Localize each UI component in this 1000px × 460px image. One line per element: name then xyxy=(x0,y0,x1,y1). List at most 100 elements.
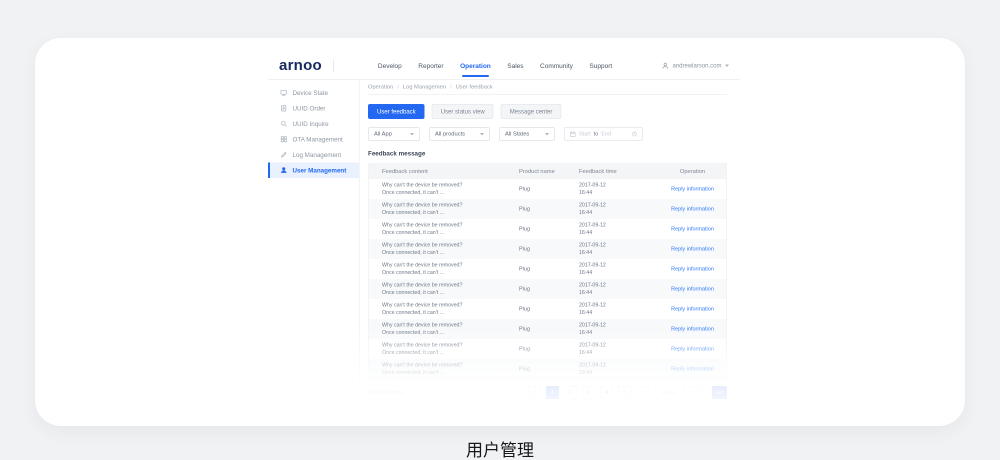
chevron-down-icon xyxy=(725,64,729,67)
reply-information-link[interactable]: Reply information xyxy=(671,206,714,212)
calendar-icon xyxy=(570,131,577,138)
sidebar-item-label: OTA Management xyxy=(293,136,343,143)
sidebar-item-label: Device State xyxy=(293,89,328,96)
all-states-select[interactable]: All States xyxy=(499,127,555,141)
feedback-content-cell: Why can't the device be removed? Once co… xyxy=(369,221,519,236)
column-header-feedback-time: Feedback time xyxy=(579,169,659,175)
feedback-time-cell: 2017-09-12 16:44 xyxy=(579,261,659,276)
table-row: Why can't the device be removed? Once co… xyxy=(369,259,726,279)
nav-item[interactable]: Sales xyxy=(507,59,523,73)
reply-information-link[interactable]: Reply information xyxy=(671,266,714,272)
order-icon xyxy=(280,105,288,113)
sidebar-item-label: User Management xyxy=(293,167,347,174)
prev-page-button[interactable]: ‹ xyxy=(528,386,541,399)
feedback-time-cell: 2017-09-12 16:44 xyxy=(579,181,659,196)
feedback-content-cell: Why can't the device be removed? Once co… xyxy=(369,361,519,376)
feedback-time-cell: 2017-09-12 16:44 xyxy=(579,221,659,236)
app-window: arnoo Develop Reporter Operation Sales C… xyxy=(268,52,740,418)
breadcrumb-item[interactable]: Operation xyxy=(368,84,393,90)
sidebar-item-ota-management[interactable]: OTA Management xyxy=(268,132,359,148)
goto-page-label: Go to xyxy=(661,390,675,396)
page-number-button[interactable]: 3 xyxy=(582,386,595,399)
table-row: Why can't the device be removed? Once co… xyxy=(369,359,726,379)
product-name-cell: Plug xyxy=(519,226,579,232)
feedback-time-cell: 2017-09-12 16:44 xyxy=(579,201,659,216)
app-header: arnoo Develop Reporter Operation Sales C… xyxy=(268,52,740,80)
sidebar-item-label: UUID Inquire xyxy=(293,120,329,127)
reply-information-link[interactable]: Reply information xyxy=(671,186,714,192)
start-date-placeholder: Start xyxy=(579,131,591,137)
reply-information-link[interactable]: Reply information xyxy=(671,306,714,312)
goto-page-input[interactable] xyxy=(683,386,703,399)
reply-information-link[interactable]: Reply information xyxy=(671,246,714,252)
all-app-select[interactable]: All App xyxy=(368,127,420,141)
reply-information-link[interactable]: Reply information xyxy=(671,346,714,352)
product-name-cell: Plug xyxy=(519,246,579,252)
search-icon xyxy=(280,120,288,128)
table-body: Why can't the device be removed? Once co… xyxy=(369,179,726,379)
feedback-content-cell: Why can't the device be removed? Once co… xyxy=(369,201,519,216)
sidebar-item-log-management[interactable]: Log Management xyxy=(268,147,359,163)
nav-item[interactable]: Operation xyxy=(460,59,491,73)
breadcrumb-separator: / xyxy=(450,84,452,90)
page-background: arnoo Develop Reporter Operation Sales C… xyxy=(0,0,1000,460)
all-products-select[interactable]: All products xyxy=(429,127,490,141)
product-name-cell: Plug xyxy=(519,346,579,352)
sidebar-item-uuid-order[interactable]: UUID Order xyxy=(268,101,359,117)
content-area: Operation / Log Managemen / User feedbac… xyxy=(360,80,740,418)
next-page-button[interactable]: › xyxy=(636,386,649,399)
page-number-button[interactable]: 5 xyxy=(618,386,631,399)
tab[interactable]: Message center xyxy=(501,104,562,119)
breadcrumb-item[interactable]: Log Managemen xyxy=(403,84,446,90)
nav-item[interactable]: Community xyxy=(540,59,573,73)
feedback-content-cell: Why can't the device be removed? Once co… xyxy=(369,281,519,296)
app-screenshot: arnoo Develop Reporter Operation Sales C… xyxy=(268,52,740,418)
product-name-cell: Plug xyxy=(519,326,579,332)
tab[interactable]: User status view xyxy=(432,104,494,119)
table-row: Why can't the device be removed? Once co… xyxy=(369,219,726,239)
arnoo-logo[interactable]: arnoo xyxy=(279,57,322,74)
pagination-bar: Total 20 items ‹ 1 2 3 4 xyxy=(368,386,727,399)
table-row: Why can't the device be removed? Once co… xyxy=(369,299,726,319)
sidebar-item-uuid-inquire[interactable]: UUID Inquire xyxy=(268,116,359,132)
column-header-product-name: Product name xyxy=(519,169,579,175)
end-date-placeholder: End xyxy=(601,131,611,137)
tab[interactable]: User feedback xyxy=(368,104,425,119)
nav-item[interactable]: Reporter xyxy=(418,59,443,73)
nav-item[interactable]: Support xyxy=(589,59,612,73)
grid-icon xyxy=(280,136,288,144)
feedback-content-cell: Why can't the device be removed? Once co… xyxy=(369,341,519,356)
table-row: Why can't the device be removed? Once co… xyxy=(369,279,726,299)
select-value: All products xyxy=(435,131,465,137)
feedback-time-cell: 2017-09-12 16:44 xyxy=(579,241,659,256)
clock-icon xyxy=(632,131,638,137)
user-icon xyxy=(280,167,288,175)
user-email: andrewlarson.com xyxy=(672,62,721,69)
page-number-button[interactable]: 2 xyxy=(564,386,577,399)
chevron-down-icon xyxy=(410,133,414,136)
reply-information-link[interactable]: Reply information xyxy=(671,286,714,292)
top-nav: Develop Reporter Operation Sales Communi… xyxy=(378,59,612,73)
product-name-cell: Plug xyxy=(519,306,579,312)
date-range-to-label: to xyxy=(594,131,599,137)
select-value: All States xyxy=(505,131,529,137)
page-number-button[interactable]: 1 xyxy=(546,386,559,399)
nav-item[interactable]: Develop xyxy=(378,59,402,73)
go-button[interactable]: Go xyxy=(712,386,727,399)
sidebar-item-user-management[interactable]: User Management xyxy=(268,163,359,179)
sidebar: Device State UUID Order xyxy=(268,80,360,418)
chevron-down-icon xyxy=(480,133,484,136)
table-row: Why can't the device be removed? Once co… xyxy=(369,179,726,199)
product-name-cell: Plug xyxy=(519,286,579,292)
reply-information-link[interactable]: Reply information xyxy=(671,226,714,232)
user-menu[interactable]: andrewlarson.com xyxy=(661,62,729,70)
chevron-down-icon xyxy=(545,133,549,136)
reply-information-link[interactable]: Reply information xyxy=(671,366,714,372)
reply-information-link[interactable]: Reply information xyxy=(671,326,714,332)
feedback-content-cell: Why can't the device be removed? Once co… xyxy=(369,301,519,316)
breadcrumb-item-current: User feedback xyxy=(456,84,493,90)
sidebar-item-device-state[interactable]: Device State xyxy=(268,85,359,101)
date-range-picker[interactable]: Start to End xyxy=(564,127,643,141)
tab-bar: User feedback User status view Message c… xyxy=(368,104,727,119)
page-number-button[interactable]: 4 xyxy=(600,386,613,399)
